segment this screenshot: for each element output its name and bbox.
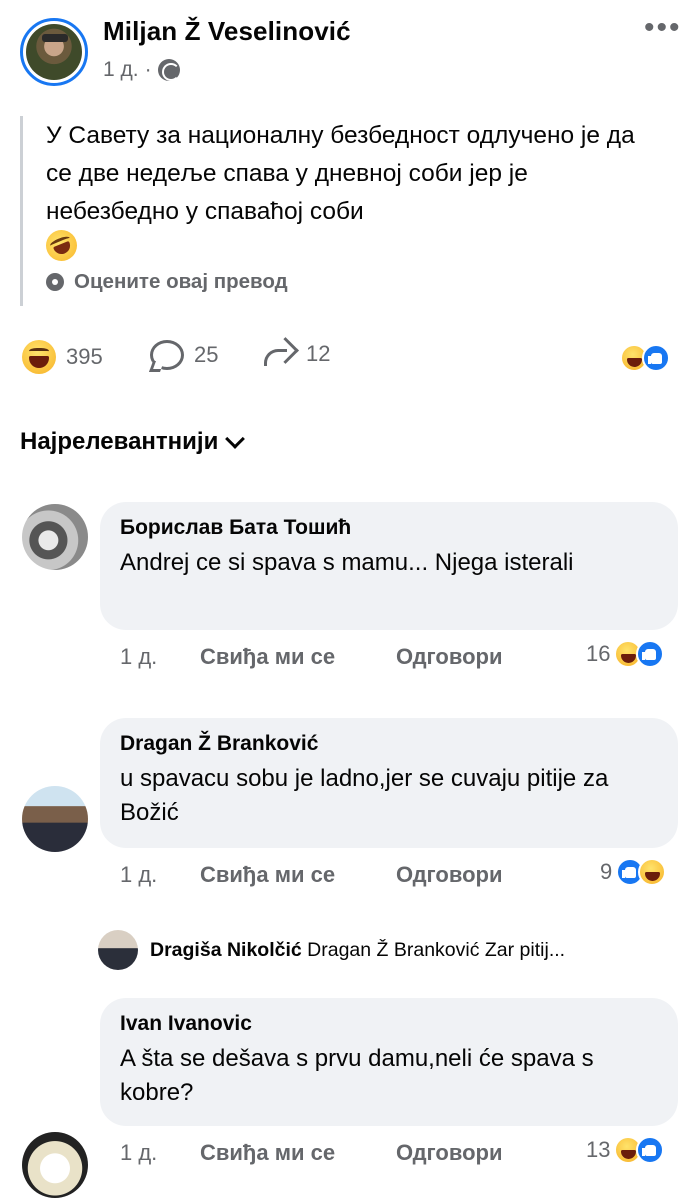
comment-reactions[interactable]: 9 <box>600 858 667 886</box>
commenter-avatar[interactable] <box>22 786 88 852</box>
commenter-avatar[interactable] <box>22 1132 88 1198</box>
comment-reactions[interactable]: 13 <box>586 1136 665 1164</box>
comment-text: A šta se dešava s prvu damu,neli će spav… <box>120 1045 594 1106</box>
comment-time[interactable]: 1 д. <box>120 1140 200 1166</box>
reactions-count: 395 <box>66 344 103 369</box>
comment-bubble: Борислав Бата Тошић Andrej ce si spava s… <box>100 502 678 630</box>
like-button[interactable]: Свиђа ми се <box>200 644 396 670</box>
more-options-icon[interactable]: ••• <box>644 13 682 43</box>
comment-reaction-count: 16 <box>586 641 611 666</box>
rofl-emoji-icon <box>41 225 82 266</box>
rate-translation-button[interactable]: Оцените овај превод <box>46 270 288 294</box>
gear-icon <box>46 273 64 291</box>
comment-author[interactable]: Dragan Ž Branković <box>120 732 658 756</box>
reply-avatar[interactable] <box>98 930 138 970</box>
post-reaction-summary[interactable] <box>620 344 670 372</box>
haha-reaction-icon <box>22 340 56 374</box>
reply-button[interactable]: Одговори <box>396 1140 502 1166</box>
comment-reaction-count: 13 <box>586 1137 611 1162</box>
like-reaction-icon <box>636 640 665 668</box>
commenter-avatar[interactable] <box>22 504 88 570</box>
like-reaction-icon <box>636 1136 665 1164</box>
comment-actions: 1 д. Свиђа ми се Одговори <box>120 1140 502 1166</box>
reply-text: Dragan Ž Branković Zar pitij... <box>307 938 566 961</box>
comment-author[interactable]: Борислав Бата Тошић <box>120 516 658 540</box>
comment-author[interactable]: Ivan Ivanovic <box>120 1012 658 1036</box>
meta-separator: · <box>144 58 152 81</box>
reactions-stat[interactable]: 395 <box>22 340 103 374</box>
sort-label: Најрелевантнији <box>20 428 219 455</box>
shares-count: 12 <box>306 341 331 366</box>
like-reaction-icon <box>642 344 670 372</box>
chevron-down-icon <box>225 428 246 449</box>
comments-stat[interactable]: 25 <box>150 340 218 370</box>
author-avatar[interactable] <box>20 18 88 86</box>
like-button[interactable]: Свиђа ми се <box>200 1140 396 1166</box>
comment-time[interactable]: 1 д. <box>120 644 200 670</box>
reply-preview[interactable]: Dragiša Nikolčić Dragan Ž Branković Zar … <box>98 930 678 970</box>
reply-author[interactable]: Dragiša Nikolčić <box>150 939 302 961</box>
shares-stat[interactable]: 12 <box>262 340 330 368</box>
comment-text: Andrej ce si spava s mamu... Njega ister… <box>120 549 574 576</box>
comment-actions: 1 д. Свиђа ми се Одговори <box>120 862 502 888</box>
comment-icon <box>150 340 184 370</box>
like-button[interactable]: Свиђа ми се <box>200 862 396 888</box>
comment-reaction-count: 9 <box>600 859 613 884</box>
author-name[interactable]: Miljan Ž Veselinović <box>103 16 351 47</box>
comment-bubble: Ivan Ivanovic A šta se dešava s prvu dam… <box>100 998 678 1126</box>
comment-bubble: Dragan Ž Branković u spavacu sobu je lad… <box>100 718 678 848</box>
reply-button[interactable]: Одговори <box>396 644 502 670</box>
share-icon <box>262 340 296 368</box>
comment-time[interactable]: 1 д. <box>120 862 200 888</box>
comment-sort-dropdown[interactable]: Најрелевантнији <box>20 428 246 456</box>
post-meta: 1 д. · <box>103 58 180 82</box>
comment-text: u spavacu sobu je ladno,jer se cuvaju pi… <box>120 765 609 826</box>
comment-reactions[interactable]: 16 <box>586 640 665 668</box>
quote-bar <box>20 116 23 306</box>
haha-reaction-icon <box>638 858 667 886</box>
comment-actions: 1 д. Свиђа ми се Одговори <box>120 644 502 670</box>
rate-translation-label: Оцените овај превод <box>74 270 288 293</box>
post-text: У Савету за националну безбедност одлуче… <box>46 122 635 225</box>
globe-icon <box>157 59 180 81</box>
reply-button[interactable]: Одговори <box>396 862 502 888</box>
comments-count: 25 <box>194 342 219 367</box>
post-time[interactable]: 1 д. <box>103 58 139 82</box>
